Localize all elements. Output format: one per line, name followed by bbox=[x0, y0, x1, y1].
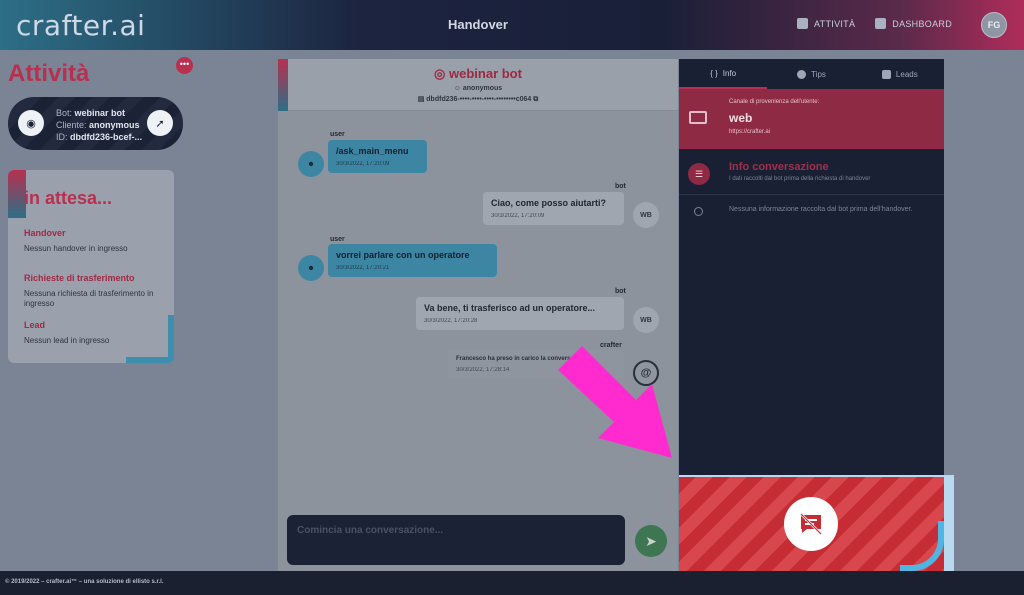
chat-message: /ask_main_menu 30/3/2022, 17:20:09 bbox=[328, 140, 427, 173]
message-text: vorrei parlare con un operatore bbox=[336, 250, 470, 260]
transfer-heading: Richieste di trasferimento bbox=[24, 273, 135, 283]
message-time: 30/3/2022, 17:20:09 bbox=[491, 213, 545, 219]
tab-leads-label: Leads bbox=[895, 69, 918, 79]
user-avatar-icon: ☻ bbox=[298, 151, 324, 177]
nav-dashboard[interactable]: DASHBOARD bbox=[875, 18, 952, 29]
people-icon bbox=[881, 69, 891, 79]
info-tabs: { } Info Tips Leads bbox=[679, 59, 944, 89]
send-icon: ➤ bbox=[645, 532, 657, 549]
bot-card-details: Bot: webinar bot Cliente: anonymous ID: … bbox=[56, 107, 142, 143]
tab-tips-label: Tips bbox=[811, 69, 826, 79]
chat-header: ◎ webinar bot ☺ anonymous ▤ dbdfd236-•••… bbox=[278, 59, 678, 111]
lead-heading: Lead bbox=[24, 320, 46, 330]
message-text: Ciao, come posso aiutarti? bbox=[491, 198, 607, 208]
page-title: Handover bbox=[448, 17, 508, 32]
conversation-info-title: Info conversazione bbox=[729, 161, 829, 173]
list-icon: ☰ bbox=[688, 163, 710, 185]
crafter-logo[interactable]: crafter.ai bbox=[16, 9, 145, 42]
chat-conversation-id[interactable]: ▤ dbdfd236-••••-••••-••••-••••••••c064 ⧉ bbox=[278, 95, 678, 104]
chat-message: Va bene, ti trasferisco ad un operatore.… bbox=[416, 297, 624, 330]
top-bar: crafter.ai Handover ATTIVITÀ DASHBOARD F… bbox=[0, 0, 1024, 50]
message-time: 30/3/2022, 17:20:21 bbox=[336, 265, 390, 271]
transfer-text: Nessuna richiesta di trasferimento in in… bbox=[24, 289, 154, 308]
user-avatar[interactable]: FG bbox=[981, 12, 1007, 38]
tab-tips[interactable]: Tips bbox=[767, 59, 855, 89]
tab-info[interactable]: { } Info bbox=[679, 59, 768, 89]
origin-channel: Canale di provenienza dell'utente: web h… bbox=[679, 89, 944, 149]
handover-heading: Handover bbox=[24, 228, 66, 238]
origin-label: Canale di provenienza dell'utente: bbox=[729, 99, 820, 105]
id-label: ID: bbox=[56, 132, 68, 142]
transfer-section: Richieste di trasferimento Nessuna richi… bbox=[24, 273, 154, 309]
lead-text: Nessun lead in ingresso bbox=[24, 336, 110, 345]
message-time: 30/3/2022, 17:20:09 bbox=[336, 161, 390, 167]
tab-info-label: Info bbox=[722, 68, 737, 78]
handover-section: Handover Nessun handover in ingresso bbox=[24, 228, 154, 254]
clock-icon bbox=[694, 207, 703, 216]
chat-bot-name: ◎ webinar bot bbox=[434, 66, 522, 81]
waiting-title: in attesa... bbox=[24, 188, 113, 208]
bot-avatar: WB bbox=[633, 202, 659, 228]
footer-text: © 2019/2022 – crafter.ai™ – una soluzion… bbox=[5, 579, 164, 585]
chat-off-icon bbox=[800, 513, 822, 535]
nav-activity[interactable]: ATTIVITÀ bbox=[797, 18, 855, 29]
message-sender: user bbox=[330, 131, 345, 138]
active-conversation-card[interactable]: ◉ Bot: webinar bot Cliente: anonymous ID… bbox=[8, 97, 183, 150]
footer: © 2019/2022 – crafter.ai™ – una soluzion… bbox=[0, 571, 1024, 595]
origin-url[interactable]: https://crafter.ai bbox=[729, 129, 770, 135]
conversation-info-subtitle: I dati raccolti dal bot prima della rich… bbox=[729, 176, 871, 182]
lead-section: Lead Nessun lead in ingresso bbox=[24, 320, 154, 346]
transfer-icon[interactable]: ➚ bbox=[147, 110, 173, 136]
chat-user: ☺ anonymous bbox=[453, 85, 503, 92]
message-text: /ask_main_menu bbox=[336, 146, 409, 156]
activity-icon bbox=[797, 18, 809, 29]
origin-value: web bbox=[729, 111, 753, 125]
chat-message: Ciao, come posso aiutarti? 30/3/2022, 17… bbox=[483, 192, 624, 225]
message-sender: user bbox=[330, 236, 345, 243]
nav-activity-label: ATTIVITÀ bbox=[814, 18, 856, 29]
conversation-info: ☰ Info conversazione I dati raccolti dal… bbox=[679, 155, 944, 195]
client-label: Cliente: bbox=[56, 120, 87, 130]
bot-value: webinar bot bbox=[74, 108, 126, 118]
client-value: anonymous bbox=[89, 120, 140, 130]
message-sender: bot bbox=[615, 183, 626, 190]
braces-icon: { } bbox=[710, 68, 718, 78]
dashboard-icon bbox=[875, 18, 887, 29]
more-options-button[interactable]: ••• bbox=[176, 57, 193, 74]
top-nav: ATTIVITÀ DASHBOARD bbox=[797, 18, 952, 29]
annotation-arrow bbox=[558, 346, 672, 458]
bot-avatar: WB bbox=[633, 307, 659, 333]
chat-panel: ◎ webinar bot ☺ anonymous ▤ dbdfd236-•••… bbox=[278, 59, 678, 571]
message-text: Va bene, ti trasferisco ad un operatore.… bbox=[424, 303, 596, 313]
bot-icon: ◉ bbox=[18, 110, 44, 136]
corner-arc bbox=[900, 521, 944, 571]
message-sender: bot bbox=[615, 288, 626, 295]
chat-bot-name-text: webinar bot bbox=[449, 66, 522, 81]
send-button[interactable]: ➤ bbox=[635, 525, 667, 557]
user-avatar-icon: ☻ bbox=[298, 255, 324, 281]
activity-title: Attività bbox=[8, 60, 90, 87]
tab-leads[interactable]: Leads bbox=[856, 59, 944, 89]
message-time: 30/3/2022, 17:20:28 bbox=[424, 318, 478, 324]
message-input[interactable]: Comincia una conversazione... bbox=[287, 515, 625, 565]
id-value: dbdfd236-bcef-... bbox=[70, 132, 143, 142]
blue-accent bbox=[944, 477, 954, 573]
devices-icon bbox=[689, 111, 707, 124]
bot-label: Bot: bbox=[56, 108, 73, 118]
no-info-text: Nessuna informazione raccolta dal bot pr… bbox=[729, 206, 913, 213]
chat-message: vorrei parlare con un operatore 30/3/202… bbox=[328, 244, 497, 277]
chat-id-text: dbdfd236-••••-••••-••••-••••••••c064 bbox=[426, 96, 532, 103]
chat-user-text: anonymous bbox=[462, 85, 503, 92]
close-conversation-button[interactable] bbox=[784, 497, 838, 551]
waiting-card: in attesa... Handover Nessun handover in… bbox=[8, 170, 174, 363]
nav-dashboard-label: DASHBOARD bbox=[892, 18, 952, 29]
handover-text: Nessun handover in ingresso bbox=[24, 244, 128, 253]
lightbulb-icon bbox=[797, 69, 807, 79]
